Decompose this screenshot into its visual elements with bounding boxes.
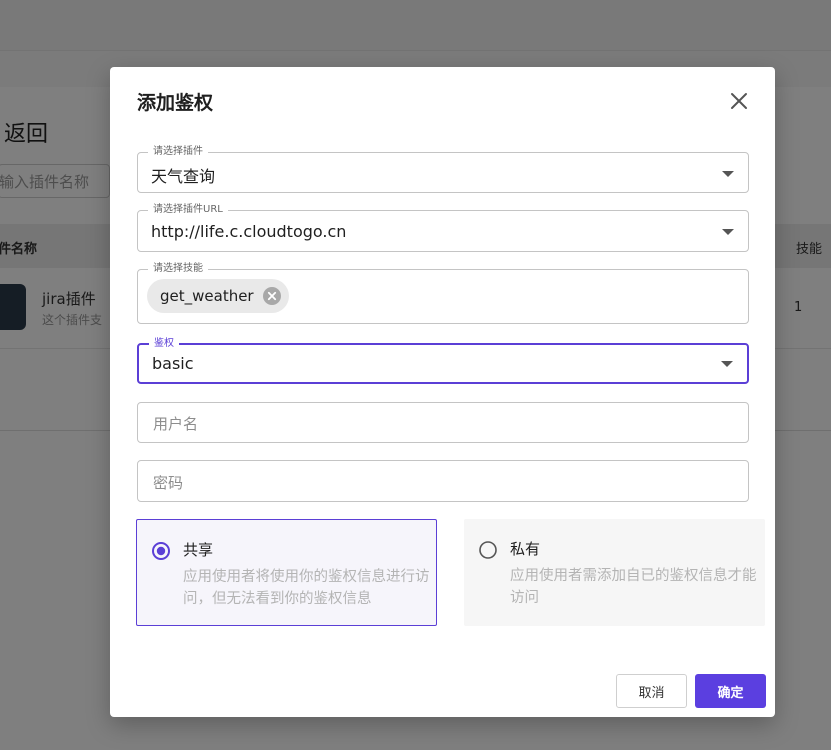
private-option-label: 私有 [510,540,541,558]
auth-type-legend: 鉴权 [149,337,179,351]
private-option-card[interactable]: 私有 应用使用者需添加自已的鉴权信息才能访问 [464,519,765,626]
chevron-down-icon[interactable] [722,171,734,177]
plugin-url-value: http://life.c.cloudtogo.cn [151,222,347,241]
plugin-select-value: 天气查询 [151,167,216,186]
username-input[interactable]: 用户名 [137,402,749,443]
private-option-desc: 应用使用者需添加自已的鉴权信息才能访问 [510,568,757,606]
share-option-label: 共享 [183,541,214,559]
skill-chip-label: get_weather [160,287,254,305]
cancel-button[interactable]: 取消 [616,674,687,708]
chevron-down-icon[interactable] [722,229,734,235]
plugin-url-select[interactable]: 请选择插件URL http://life.c.cloudtogo.cn [137,203,749,252]
auth-type-value: basic [152,354,194,373]
radio-unchecked-icon[interactable] [479,541,497,559]
username-placeholder: 用户名 [153,415,199,433]
add-auth-dialog: 添加鉴权 请选择插件 天气查询 请选择插件URL http://life.c.c… [110,67,775,717]
skill-select-legend: 请选择技能 [148,262,208,276]
password-input[interactable]: 密码 [137,460,749,502]
password-placeholder: 密码 [153,474,184,492]
dialog-title: 添加鉴权 [137,92,214,114]
plugin-url-legend: 请选择插件URL [148,203,228,217]
auth-type-select[interactable]: 鉴权 basic [137,337,749,384]
confirm-button[interactable]: 确定 [695,674,766,708]
share-option-card[interactable]: 共享 应用使用者将使用你的鉴权信息进行访问，但无法看到你的鉴权信息 [136,519,437,626]
radio-checked-icon[interactable] [152,542,170,560]
skill-select[interactable]: 请选择技能 get_weather [137,262,749,324]
plugin-select-legend: 请选择插件 [148,145,208,159]
close-icon[interactable] [727,89,751,113]
chevron-down-icon[interactable] [721,361,733,367]
remove-chip-icon[interactable] [262,287,281,305]
skill-chip[interactable]: get_weather [147,279,289,313]
plugin-select[interactable]: 请选择插件 天气查询 [137,145,749,193]
share-option-desc: 应用使用者将使用你的鉴权信息进行访问，但无法看到你的鉴权信息 [183,569,430,607]
